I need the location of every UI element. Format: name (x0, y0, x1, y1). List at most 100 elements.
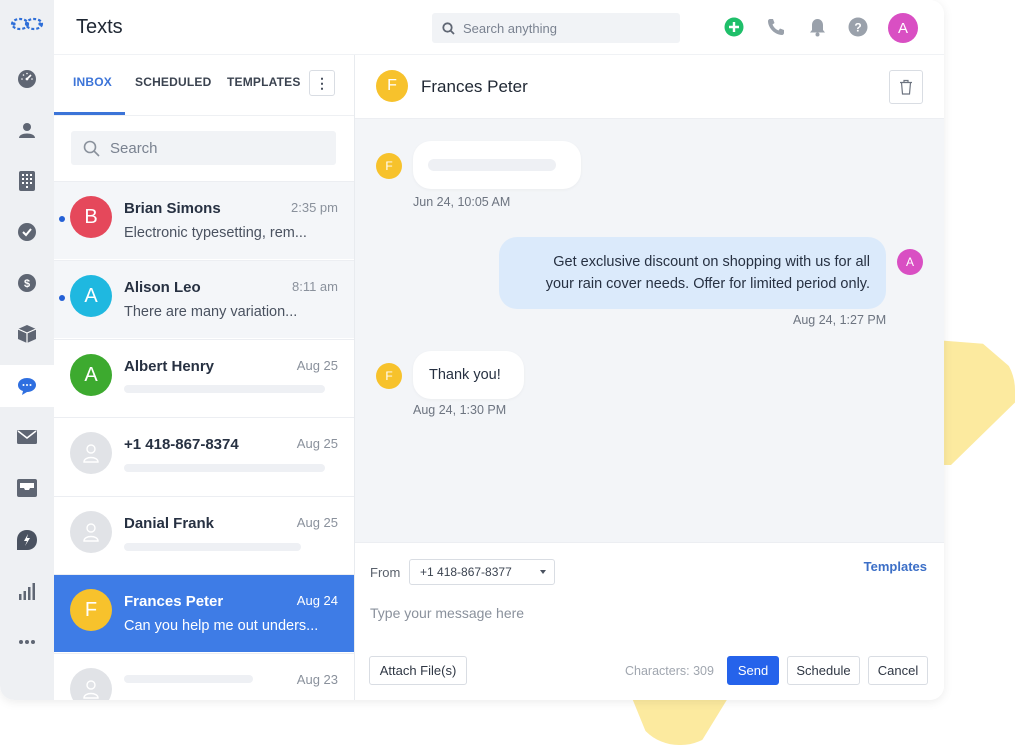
conversation-time: Aug 23 (296, 672, 338, 687)
message-preview: There are many variation... (124, 304, 298, 320)
conversation-row-selected[interactable]: F Frances Peter Aug 24 Can you help me o… (54, 574, 354, 652)
attach-files-button[interactable]: Attach File(s) (369, 656, 467, 685)
page-title: Texts (76, 16, 123, 38)
preview-placeholder (124, 385, 325, 393)
rail-texts[interactable] (0, 365, 54, 407)
package-icon (17, 325, 37, 343)
app-window: $ Texts Search anything ? A INBOX SCHEDU… (0, 0, 944, 700)
conversation-time: Aug 25 (296, 436, 338, 451)
search-icon (83, 140, 100, 157)
global-search-input[interactable] (463, 20, 663, 36)
rail-dashboard[interactable] (0, 58, 54, 100)
sender-avatar: F (376, 363, 402, 389)
add-button[interactable] (724, 17, 744, 37)
preview-placeholder (124, 543, 301, 551)
schedule-button[interactable]: Schedule (787, 656, 860, 685)
cancel-button[interactable]: Cancel (868, 656, 928, 685)
dialpad-icon (19, 171, 35, 191)
caret-down-icon (540, 570, 546, 574)
sender-avatar: A (897, 249, 923, 275)
decorative-shape-right (935, 340, 1015, 465)
dashboard-icon (18, 70, 36, 88)
tab-scheduled[interactable]: SCHEDULED (135, 75, 211, 89)
rail-more[interactable] (0, 621, 54, 663)
preview-placeholder (124, 464, 325, 472)
user-avatar[interactable]: A (888, 13, 918, 43)
send-button[interactable]: Send (727, 656, 779, 685)
kebab-icon: ⋮ (315, 74, 329, 91)
conversation-row[interactable]: A Alison Leo 8:11 am There are many vari… (54, 260, 354, 338)
contacts-icon (19, 123, 35, 138)
message-preview: Electronic typesetting, rem... (124, 225, 307, 241)
more-options-button[interactable]: ⋮ (309, 70, 335, 96)
message-timestamp: Jun 24, 10:05 AM (413, 195, 511, 209)
sender-avatar: F (376, 153, 402, 179)
billing-icon: $ (18, 274, 36, 292)
message-timestamp: Aug 24, 1:30 PM (413, 403, 507, 417)
message-timestamp: Aug 24, 1:27 PM (793, 313, 887, 327)
rail-tasks[interactable] (0, 211, 54, 253)
character-count: Characters: 309 (625, 664, 714, 678)
message-preview: Can you help me out unders... (124, 618, 319, 634)
avatar: F (70, 589, 112, 631)
rail-email[interactable] (0, 416, 54, 458)
message-placeholder (428, 159, 556, 171)
conversation-row[interactable]: Danial Frank Aug 25 (54, 496, 354, 574)
conversation-row[interactable]: Aug 23 (54, 653, 354, 700)
from-number-value: +1 418-867-8377 (420, 565, 512, 579)
compose-area: From +1 418-867-8377 Templates Attach Fi… (355, 542, 944, 700)
decorative-shape-bottom (632, 698, 728, 745)
contact-name: Brian Simons (124, 200, 221, 217)
tab-inbox[interactable]: INBOX (73, 75, 112, 89)
app-logo-icon[interactable] (9, 14, 45, 34)
contact-name: Frances Peter (124, 593, 224, 610)
phone-button[interactable] (766, 17, 786, 37)
unread-indicator (59, 216, 65, 222)
power-dialer-icon (17, 530, 37, 550)
more-icon (19, 640, 35, 644)
conversation-row[interactable]: B Brian Simons 2:35 pm Electronic typese… (54, 181, 354, 259)
outgoing-message: Get exclusive discount on shopping with … (499, 237, 886, 309)
person-icon (83, 523, 99, 542)
conversation-search[interactable] (71, 131, 336, 165)
global-search[interactable] (432, 13, 680, 43)
message-thread: F Jun 24, 10:05 AM Get exclusive discoun… (355, 119, 944, 542)
conversation-list-panel: INBOX SCHEDULED TEMPLATES ⋮ B Brian Simo… (54, 55, 355, 700)
chat-header: F Frances Peter (355, 55, 944, 119)
conversation-time: 2:35 pm (291, 200, 338, 215)
tab-templates[interactable]: TEMPLATES (227, 75, 301, 89)
inbox-icon (17, 479, 37, 497)
conversation-time: 8:11 am (291, 279, 338, 294)
incoming-message: Thank you! (413, 351, 524, 399)
contact-avatar: F (376, 70, 408, 102)
rail-inbox[interactable] (0, 467, 54, 509)
svg-text:$: $ (24, 278, 30, 290)
unread-indicator (59, 295, 65, 301)
top-bar: Texts ? A (54, 0, 944, 55)
conversation-time: Aug 25 (296, 515, 338, 530)
message-input[interactable] (370, 601, 930, 625)
rail-dialpad[interactable] (0, 160, 54, 202)
delete-conversation-button[interactable] (889, 70, 923, 104)
templates-link[interactable]: Templates (864, 559, 927, 574)
contact-name: Danial Frank (124, 515, 215, 532)
rail-billing[interactable]: $ (0, 262, 54, 304)
texts-icon (18, 378, 36, 395)
rail-reports[interactable] (0, 570, 54, 612)
notifications-button[interactable] (807, 17, 827, 37)
rail-power-dialer[interactable] (0, 519, 54, 561)
rail-contacts[interactable] (0, 109, 54, 151)
message-text-line: Get exclusive discount on shopping with … (553, 254, 870, 270)
help-button[interactable]: ? (848, 17, 868, 37)
incoming-message (413, 141, 581, 189)
contact-name: +1 418-867-8374 (124, 436, 239, 453)
conversation-row[interactable]: +1 418-867-8374 Aug 25 (54, 417, 354, 495)
conversation-row[interactable]: A Albert Henry Aug 25 (54, 339, 354, 417)
conversation-time: Aug 24 (296, 593, 338, 608)
tasks-icon (18, 223, 36, 241)
from-number-select[interactable]: +1 418-867-8377 (409, 559, 555, 585)
rail-packages[interactable] (0, 313, 54, 355)
avatar-placeholder (70, 668, 112, 700)
help-icon: ? (848, 17, 868, 37)
conversation-search-input[interactable] (110, 139, 310, 157)
